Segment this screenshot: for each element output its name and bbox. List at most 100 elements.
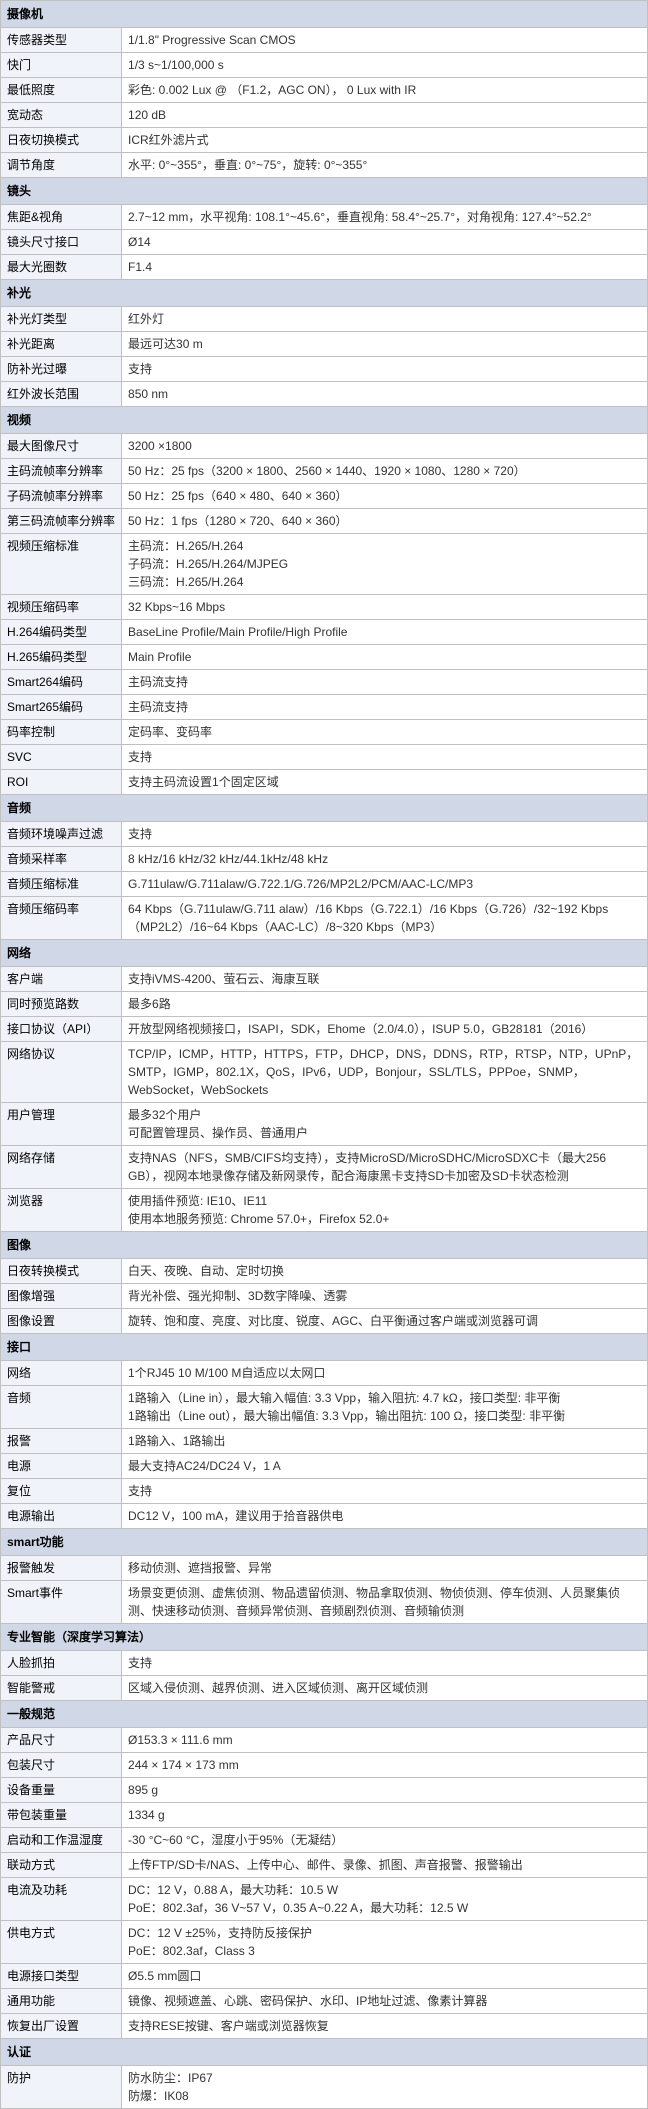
- table-row: 报警1路输入、1路输出: [1, 1429, 648, 1454]
- row-value: 上传FTP/SD卡/NAS、上传中心、邮件、录像、抓图、声音报警、报警输出: [122, 1853, 648, 1878]
- section-title: 补光: [1, 280, 648, 307]
- row-label: 网络存储: [1, 1146, 122, 1189]
- row-value: 支持: [122, 745, 648, 770]
- row-label: 电源接口类型: [1, 1964, 122, 1989]
- table-row: 同时预览路数最多6路: [1, 992, 648, 1017]
- table-row: 码率控制定码率、变码率: [1, 720, 648, 745]
- row-label: 音频压缩码率: [1, 897, 122, 940]
- section-title: 网络: [1, 940, 648, 967]
- section-header: 一般规范: [1, 1701, 648, 1728]
- section-header: 镜头: [1, 178, 648, 205]
- row-value: ICR红外滤片式: [122, 128, 648, 153]
- table-row: 接口协议（API）开放型网络视频接口，ISAPI，SDK，Ehome（2.0/4…: [1, 1017, 648, 1042]
- row-value: 8 kHz/16 kHz/32 kHz/44.1kHz/48 kHz: [122, 847, 648, 872]
- section-title: 镜头: [1, 178, 648, 205]
- row-value: 背光补偿、强光抑制、3D数字降噪、透雾: [122, 1284, 648, 1309]
- table-row: 最大光圈数F1.4: [1, 255, 648, 280]
- row-label: SVC: [1, 745, 122, 770]
- row-label: 浏览器: [1, 1189, 122, 1232]
- section-header: 音频: [1, 795, 648, 822]
- table-row: 产品尺寸Ø153.3 × 111.6 mm: [1, 1728, 648, 1753]
- row-label: 联动方式: [1, 1853, 122, 1878]
- row-value: 定码率、变码率: [122, 720, 648, 745]
- row-label: 电源输出: [1, 1504, 122, 1529]
- table-row: Smart264编码主码流支持: [1, 670, 648, 695]
- section-header: 补光: [1, 280, 648, 307]
- row-value: Ø14: [122, 230, 648, 255]
- table-row: 日夜切换模式ICR红外滤片式: [1, 128, 648, 153]
- row-label: 产品尺寸: [1, 1728, 122, 1753]
- table-row: 最大图像尺寸3200 ×1800: [1, 434, 648, 459]
- table-row: 电源接口类型Ø5.5 mm圆口: [1, 1964, 648, 1989]
- table-row: 第三码流帧率分辨率50 Hz：1 fps（1280 × 720、640 × 36…: [1, 509, 648, 534]
- row-label: 补光距离: [1, 332, 122, 357]
- row-value: Ø5.5 mm圆口: [122, 1964, 648, 1989]
- row-label: 图像增强: [1, 1284, 122, 1309]
- row-value: 场景变更侦测、虚焦侦测、物品遗留侦测、物品拿取侦测、物侦侦测、停车侦测、人员聚集…: [122, 1581, 648, 1624]
- row-label: 码率控制: [1, 720, 122, 745]
- row-label: Smart事件: [1, 1581, 122, 1624]
- row-label: 报警: [1, 1429, 122, 1454]
- row-value: 1路输入、1路输出: [122, 1429, 648, 1454]
- row-label: 主码流帧率分辨率: [1, 459, 122, 484]
- table-row: H.265编码类型Main Profile: [1, 645, 648, 670]
- row-label: 视频压缩码率: [1, 595, 122, 620]
- section-header: smart功能: [1, 1529, 648, 1556]
- table-row: Smart事件场景变更侦测、虚焦侦测、物品遗留侦测、物品拿取侦测、物侦侦测、停车…: [1, 1581, 648, 1624]
- row-value: 使用插件预览: IE10、IE11使用本地服务预览: Chrome 57.0+，…: [122, 1189, 648, 1232]
- row-label: 红外波长范围: [1, 382, 122, 407]
- row-label: 最大光圈数: [1, 255, 122, 280]
- row-value: 50 Hz：25 fps（640 × 480、640 × 360）: [122, 484, 648, 509]
- table-row: Smart265编码主码流支持: [1, 695, 648, 720]
- table-row: 最低照度彩色: 0.002 Lux @ （F1.2，AGC ON）， 0 Lux…: [1, 78, 648, 103]
- table-row: 启动和工作温湿度-30 °C~60 °C，湿度小于95%（无凝结）: [1, 1828, 648, 1853]
- row-label: 带包装重量: [1, 1803, 122, 1828]
- row-value: DC12 V，100 mA，建议用于拾音器供电: [122, 1504, 648, 1529]
- table-row: 调节角度水平: 0°~355°，垂直: 0°~75°，旋转: 0°~355°: [1, 153, 648, 178]
- row-label: 音频: [1, 1386, 122, 1429]
- row-label: 网络协议: [1, 1042, 122, 1103]
- section-header: 认证: [1, 2039, 648, 2066]
- row-value: 支持NAS（NFS，SMB/CIFS均支持），支持MicroSD/MicroSD…: [122, 1146, 648, 1189]
- row-value: 水平: 0°~355°，垂直: 0°~75°，旋转: 0°~355°: [122, 153, 648, 178]
- table-row: 通用功能镜像、视频遮盖、心跳、密码保护、水印、IP地址过滤、像素计算器: [1, 1989, 648, 2014]
- section-title: 一般规范: [1, 1701, 648, 1728]
- row-value: 镜像、视频遮盖、心跳、密码保护、水印、IP地址过滤、像素计算器: [122, 1989, 648, 2014]
- row-value: F1.4: [122, 255, 648, 280]
- row-value: 移动侦测、遮挡报警、异常: [122, 1556, 648, 1581]
- table-row: 图像设置旋转、饱和度、亮度、对比度、锐度、AGC、白平衡通过客户端或浏览器可调: [1, 1309, 648, 1334]
- row-label: 调节角度: [1, 153, 122, 178]
- table-row: 网络协议TCP/IP，ICMP，HTTP，HTTPS，FTP，DHCP，DNS，…: [1, 1042, 648, 1103]
- row-value: 1/1.8" Progressive Scan CMOS: [122, 28, 648, 53]
- row-value: 32 Kbps~16 Mbps: [122, 595, 648, 620]
- row-value: 3200 ×1800: [122, 434, 648, 459]
- table-row: 网络1个RJ45 10 M/100 M自适应以太网口: [1, 1361, 648, 1386]
- row-label: 通用功能: [1, 1989, 122, 2014]
- row-value: 主码流：H.265/H.264子码流：H.265/H.264/MJPEG三码流：…: [122, 534, 648, 595]
- row-label: 子码流帧率分辨率: [1, 484, 122, 509]
- row-label: 供电方式: [1, 1921, 122, 1964]
- row-value: 850 nm: [122, 382, 648, 407]
- row-value: 支持RESE按键、客户端或浏览器恢复: [122, 2014, 648, 2039]
- row-value: 244 × 174 × 173 mm: [122, 1753, 648, 1778]
- table-row: 复位支持: [1, 1479, 648, 1504]
- row-value: 彩色: 0.002 Lux @ （F1.2，AGC ON）， 0 Lux wit…: [122, 78, 648, 103]
- row-label: 电流及功耗: [1, 1878, 122, 1921]
- table-row: 补光灯类型红外灯: [1, 307, 648, 332]
- section-title: 音频: [1, 795, 648, 822]
- row-value: 最远可达30 m: [122, 332, 648, 357]
- row-label: 恢复出厂设置: [1, 2014, 122, 2039]
- section-header: 专业智能（深度学习算法）: [1, 1624, 648, 1651]
- section-title: smart功能: [1, 1529, 648, 1556]
- table-row: 补光距离最远可达30 m: [1, 332, 648, 357]
- row-value: 120 dB: [122, 103, 648, 128]
- row-label: 电源: [1, 1454, 122, 1479]
- row-value: -30 °C~60 °C，湿度小于95%（无凝结）: [122, 1828, 648, 1853]
- table-row: H.264编码类型BaseLine Profile/Main Profile/H…: [1, 620, 648, 645]
- spec-table: 摄像机传感器类型1/1.8" Progressive Scan CMOS快门1/…: [0, 0, 648, 2109]
- table-row: 带包装重量1334 g: [1, 1803, 648, 1828]
- table-row: 音频采样率8 kHz/16 kHz/32 kHz/44.1kHz/48 kHz: [1, 847, 648, 872]
- row-value: DC：12 V，0.88 A，最大功耗：10.5 WPoE：802.3af，36…: [122, 1878, 648, 1921]
- row-label: 音频压缩标准: [1, 872, 122, 897]
- table-row: 防护防水防尘：IP67防爆：IK08: [1, 2066, 648, 2109]
